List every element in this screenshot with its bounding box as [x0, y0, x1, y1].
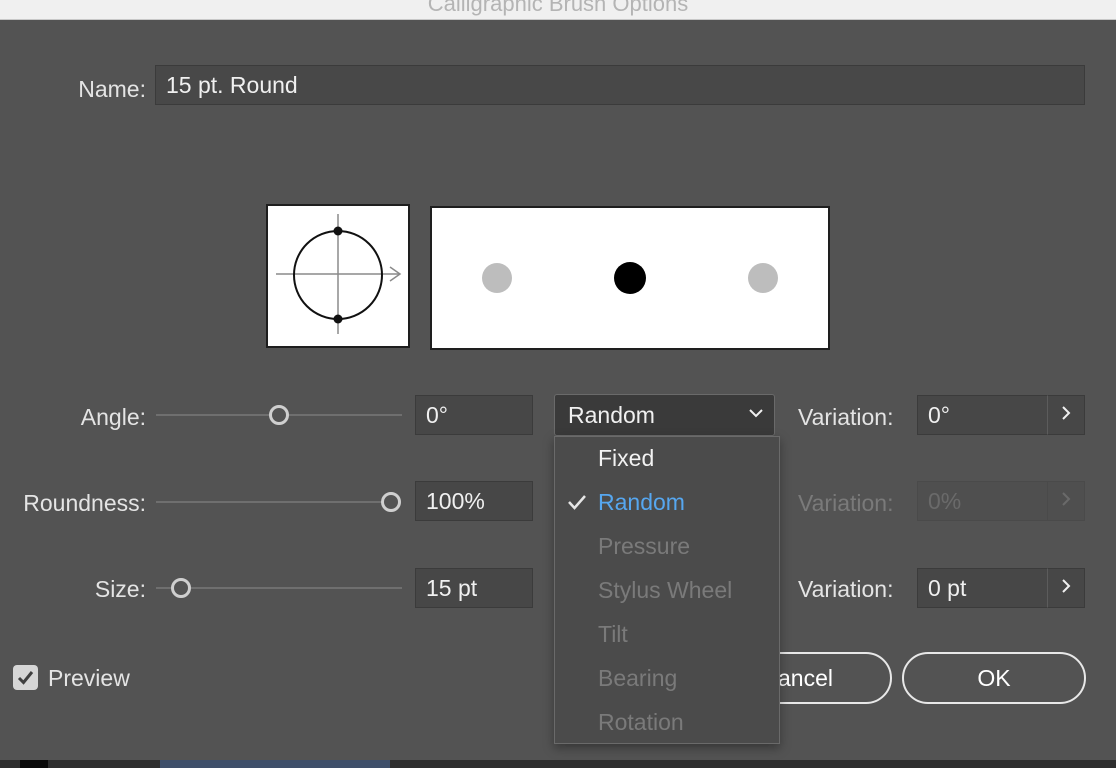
cancel-button-label: ancel	[778, 665, 833, 691]
chevron-right-icon	[1060, 574, 1072, 599]
menu-item-random[interactable]: Random	[598, 489, 685, 516]
menu-item-rotation: Rotation	[598, 709, 684, 735]
angle-variation-label: Variation:	[798, 404, 894, 430]
checkmark-icon	[567, 493, 587, 516]
menu-item-tilt: Tilt	[598, 621, 628, 647]
brush-preview	[430, 206, 830, 350]
menu-item-bearing: Bearing	[598, 665, 678, 691]
chevron-right-icon	[1060, 487, 1072, 512]
roundness-slider-track[interactable]	[156, 501, 392, 503]
size-slider-track[interactable]	[156, 587, 402, 589]
roundness-variation-label: Variation:	[798, 490, 894, 516]
chevron-down-icon	[748, 405, 764, 426]
roundness-variation-stepper	[1047, 481, 1085, 521]
size-variation-stepper[interactable]	[1047, 568, 1085, 608]
title-bar: Calligraphic Brush Options	[0, 0, 1116, 20]
roundness-slider-thumb[interactable]	[381, 492, 401, 512]
menu-item-pressure: Pressure	[598, 533, 691, 559]
roundness-label: Roundness:	[23, 490, 146, 516]
chevron-right-icon	[1060, 401, 1072, 426]
menu-item-stylus-wheel: Stylus Wheel	[598, 577, 733, 603]
angle-input[interactable]: 0°	[415, 395, 533, 435]
menu-item-fixed[interactable]: Fixed	[598, 445, 654, 472]
preview-label: Preview	[48, 665, 130, 691]
brush-shape-editor[interactable]	[266, 204, 410, 348]
angle-mode-menu: Fixed Random Pressure Stylus Wheel Tilt …	[554, 436, 780, 744]
angle-slider-thumb[interactable]	[269, 405, 289, 425]
ok-button[interactable]: OK	[902, 652, 1086, 704]
preview-dot-main	[614, 262, 646, 294]
angle-variation-input[interactable]: 0°	[917, 395, 1049, 435]
preview-dot-min	[482, 263, 512, 293]
size-slider-thumb[interactable]	[171, 578, 191, 598]
size-input[interactable]: 15 pt	[415, 568, 533, 608]
preview-checkbox[interactable]	[13, 665, 38, 690]
name-input[interactable]: 15 pt. Round	[155, 65, 1085, 105]
angle-mode-dropdown[interactable]: Random	[554, 394, 775, 436]
window-title: Calligraphic Brush Options	[427, 0, 689, 16]
roundness-variation-input: 0%	[917, 481, 1049, 521]
size-variation-input[interactable]: 0 pt	[917, 568, 1049, 608]
background-app-strip	[0, 760, 1116, 768]
brush-shape-diagram	[276, 214, 402, 334]
angle-mode-value: Random	[568, 402, 655, 428]
name-label: Name:	[78, 76, 146, 102]
size-label: Size:	[94, 576, 146, 602]
preview-dot-max	[748, 263, 778, 293]
angle-variation-stepper[interactable]	[1047, 395, 1085, 435]
size-variation-label: Variation:	[798, 576, 894, 602]
checkmark-icon	[13, 671, 38, 694]
roundness-input[interactable]: 100%	[415, 481, 533, 521]
angle-label: Angle:	[80, 404, 146, 430]
